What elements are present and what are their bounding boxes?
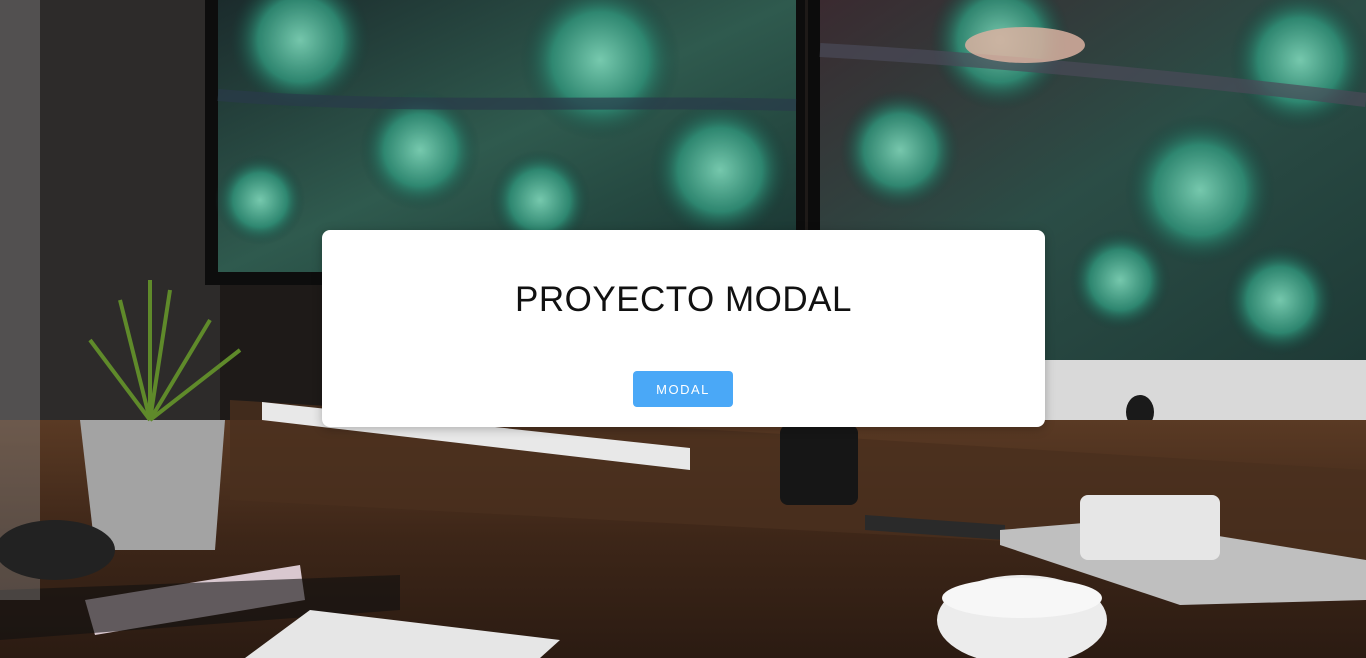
page: PROYECTO MODAL MODAL [0, 0, 1366, 658]
modal-card: PROYECTO MODAL MODAL [322, 230, 1045, 427]
open-modal-button[interactable]: MODAL [633, 371, 733, 407]
page-title: PROYECTO MODAL [515, 280, 852, 319]
